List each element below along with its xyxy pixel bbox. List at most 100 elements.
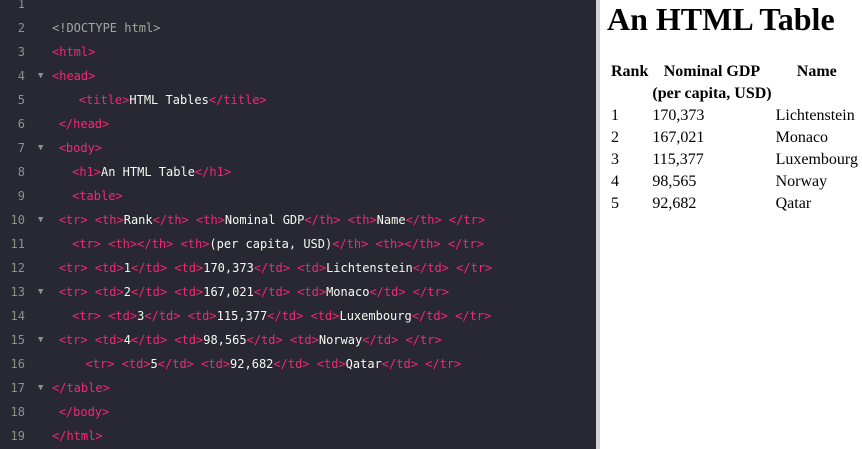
line-number: 12 [10, 261, 25, 275]
fold-arrow-icon[interactable]: ▼ [38, 140, 43, 156]
code-tag: <head> [52, 69, 96, 83]
code-text: <body> [59, 140, 102, 156]
table-row: 2 167,021 Monaco [610, 128, 859, 148]
code-tag: <th> [375, 237, 405, 251]
line-number: 16 [10, 357, 25, 371]
code-line[interactable]: 3 <html> [0, 44, 596, 68]
code-tag: <td> [174, 285, 204, 299]
code-line[interactable]: 2 <!DOCTYPE html> [0, 20, 596, 44]
code-tag: <th> [180, 237, 210, 251]
fold-arrow-icon[interactable]: ▼ [38, 332, 43, 348]
code-tag: <tr> [58, 333, 88, 347]
line-number: 4 [17, 69, 25, 83]
line-number: 6 [17, 117, 25, 131]
code-tag: </td> [130, 333, 168, 347]
code-line[interactable]: 14 <tr> <td>3</td> <td>115,377</td> <td>L… [0, 308, 596, 332]
code-token: 92,682 [230, 357, 274, 371]
cell-name: Qatar [775, 195, 812, 212]
gdp-table: Rank Nominal GDP Name (per capita, USD) … [608, 60, 861, 216]
code-tag: </tr> [405, 333, 442, 347]
cell-rank: 4 [611, 173, 619, 190]
code-tag: </td> [253, 285, 290, 299]
line-number: 11 [10, 237, 25, 251]
header-empty [610, 84, 649, 104]
line-number: 1 [17, 0, 25, 11]
code-tag: </td> [273, 357, 310, 371]
code-editor[interactable]: 1 2 <!DOCTYPE html> 3 <html> 4 ▼ <head> 5 <title>… [0, 0, 596, 449]
code-text: <tr> <td>3</td> <td>115,377</td> <td>Lux… [72, 308, 491, 324]
code-tag: </head> [58, 117, 110, 131]
cell-rank: 3 [611, 151, 619, 168]
code-tag: <th> [94, 213, 124, 227]
header-rank: Rank [611, 63, 649, 80]
code-line[interactable]: 18 </body> [0, 404, 596, 428]
code-tag: <h1> [72, 165, 101, 179]
cell-name: Lichtenstein [775, 107, 855, 124]
code-line[interactable]: 6 </head> [0, 116, 596, 140]
code-token: An HTML Table [101, 165, 195, 179]
code-tag: </tr> [448, 213, 486, 227]
code-line[interactable]: 12 <tr> <td>1</td> <td>170,373</td> <td>L… [0, 260, 596, 284]
code-text: <head> [52, 68, 95, 84]
code-line[interactable]: 15 ▼ <tr> <td>4</td> <td>98,565</td> <td>N… [0, 332, 596, 356]
code-line[interactable]: 1 [0, 0, 596, 20]
code-tag: <tr> [58, 213, 88, 227]
code-text: </table> [52, 380, 110, 396]
code-line[interactable]: 4 ▼ <head> [0, 68, 596, 92]
line-number: 19 [10, 429, 25, 443]
code-line[interactable]: 11 <tr> <th></th> <th>(per capita, USD)</… [0, 236, 596, 260]
code-line[interactable]: 10 ▼ <tr> <th>Rank</th> <th>Nominal GDP</t… [0, 212, 596, 236]
code-tag: </th> [304, 213, 341, 227]
code-text: <title>HTML Tables</title> [79, 92, 267, 108]
code-line[interactable]: 19 </html> [0, 428, 596, 449]
code-line[interactable]: 9 <table> [0, 188, 596, 212]
code-tag: <td> [174, 333, 204, 347]
fold-arrow-icon[interactable]: ▼ [38, 68, 43, 84]
code-token: <!DOCTYPE html> [52, 21, 161, 35]
code-text: <html> [52, 44, 95, 60]
code-line[interactable]: 7 ▼ <body> [0, 140, 596, 164]
code-tag: <td> [108, 309, 138, 323]
fold-arrow-icon[interactable]: ▼ [38, 284, 43, 300]
code-tag: <th> [196, 213, 225, 227]
code-text: <tr> <td>4</td> <td>98,565</td> <td>Norw… [59, 332, 442, 348]
code-line[interactable]: 17 ▼ </table> [0, 380, 596, 404]
code-tag: </body> [58, 405, 110, 419]
code-tag: <tr> [58, 285, 88, 299]
code-line[interactable]: 5 <title>HTML Tables</title> [0, 92, 596, 116]
line-number: 10 [10, 213, 25, 227]
code-token: 1 [123, 261, 131, 275]
header-name: Name [796, 63, 837, 80]
code-tag: </td> [267, 309, 304, 323]
code-line[interactable]: 16 <tr> <td>5</td> <td>92,682</td> <td>Qa… [0, 356, 596, 380]
cell-gdp: 115,377 [652, 151, 704, 168]
code-tag: <tr> [72, 237, 101, 251]
code-text: </head> [59, 116, 110, 132]
code-token: (per capita, USD) [209, 237, 333, 251]
code-tag: </th> [332, 237, 369, 251]
code-token: Lichtenstein [326, 261, 413, 275]
fold-arrow-icon[interactable]: ▼ [38, 380, 43, 396]
code-tag: <td> [297, 261, 327, 275]
table-header-row: (per capita, USD) [610, 84, 859, 104]
table-row: 3 115,377 Luxembourg [610, 150, 859, 170]
code-tag: </th> [137, 237, 174, 251]
code-line[interactable]: 8 <h1>An HTML Table</h1> [0, 164, 596, 188]
code-tag: <title> [78, 93, 130, 107]
code-text: <h1>An HTML Table</h1> [72, 164, 231, 180]
code-token: Monaco [326, 285, 370, 299]
fold-arrow-icon[interactable]: ▼ [38, 212, 43, 228]
code-line[interactable]: 13 ▼ <tr> <td>2</td> <td>167,021</td> <td>… [0, 284, 596, 308]
code-tag: </tr> [447, 237, 484, 251]
